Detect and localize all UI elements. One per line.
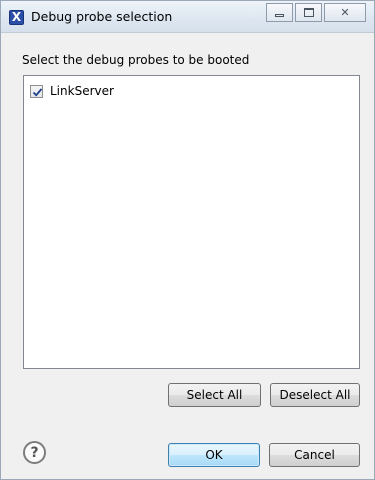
close-icon: ✕: [340, 6, 350, 19]
close-button[interactable]: ✕: [324, 3, 366, 22]
minimize-icon: [275, 14, 284, 17]
cancel-button[interactable]: Cancel: [269, 443, 360, 467]
deselect-all-button[interactable]: Deselect All: [270, 383, 360, 407]
title-bar[interactable]: X Debug probe selection ✕: [1, 1, 374, 33]
window-controls: ✕: [266, 3, 366, 23]
instruction-text: Select the debug probes to be booted: [22, 53, 250, 67]
list-item[interactable]: LinkServer: [30, 82, 114, 100]
window-title: Debug probe selection: [31, 9, 173, 24]
checkmark-icon: [32, 87, 43, 97]
maximize-icon: [303, 8, 314, 17]
question-mark-icon[interactable]: ?: [23, 441, 46, 464]
list-item-label: LinkServer: [50, 84, 114, 98]
x-app-icon: X: [9, 10, 24, 25]
minimize-button[interactable]: [266, 3, 293, 22]
dialog-window: X Debug probe selection ✕ Select the deb…: [0, 0, 375, 480]
linkserver-checkbox[interactable]: [30, 84, 43, 98]
maximize-button[interactable]: [295, 3, 322, 22]
probe-list[interactable]: LinkServer: [23, 75, 360, 369]
select-all-button[interactable]: Select All: [168, 383, 261, 407]
ok-button[interactable]: OK: [168, 443, 260, 467]
